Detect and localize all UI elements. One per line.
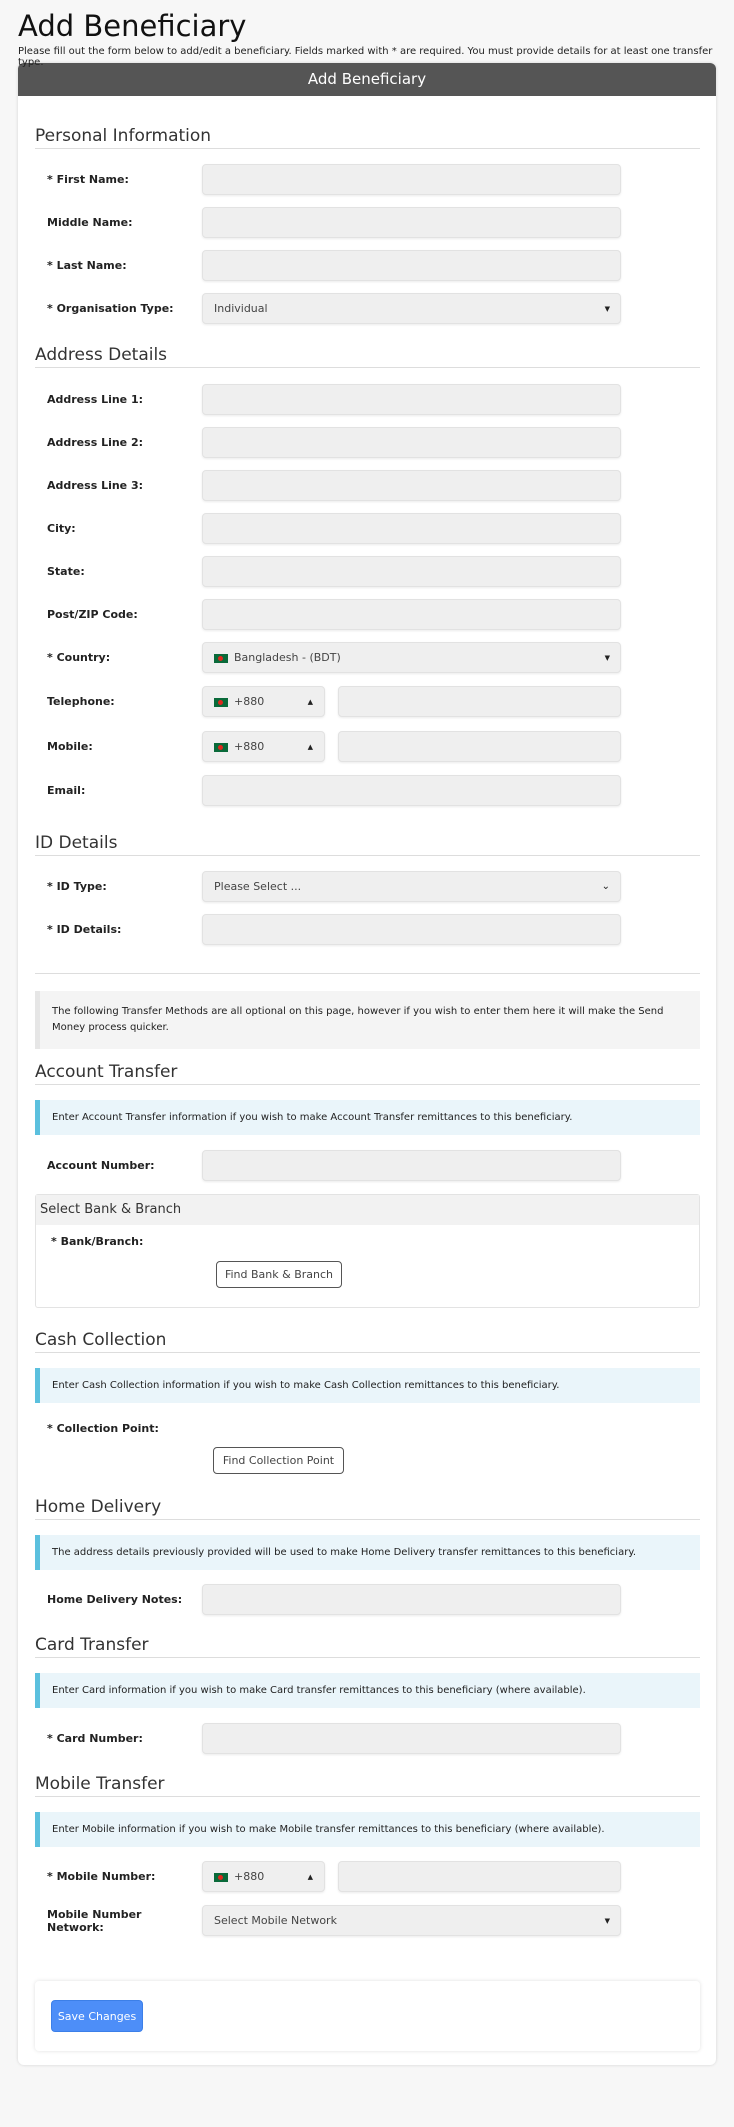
organisation-type-label: * Organisation Type: (47, 302, 174, 315)
bangladesh-flag-icon (214, 1872, 228, 1882)
card-number-label: * Card Number: (47, 1732, 143, 1745)
mobile-country-code-select[interactable]: +880 ▲ (202, 731, 325, 762)
card-title: Add Beneficiary (18, 63, 716, 96)
address-line2-input[interactable] (202, 427, 621, 458)
cash-collection-heading: Cash Collection (35, 1330, 700, 1353)
organisation-type-value: Individual (214, 302, 268, 315)
page-title: Add Beneficiary (18, 9, 247, 43)
country-select[interactable]: Bangladesh - (BDT) ▼ (202, 642, 621, 673)
mobile-transfer-heading: Mobile Transfer (35, 1774, 700, 1797)
caret-down-icon: ▼ (604, 304, 610, 313)
id-details-label: * ID Details: (47, 923, 122, 936)
first-name-label: * First Name: (47, 173, 129, 186)
telephone-label: Telephone: (47, 695, 115, 708)
caret-up-icon: ▲ (307, 742, 313, 751)
divider (35, 973, 700, 974)
country-value: Bangladesh - (BDT) (234, 651, 341, 664)
mobile-input[interactable] (338, 731, 621, 762)
bank-branch-label: * Bank/Branch: (51, 1235, 144, 1248)
bank-branch-panel: Select Bank & Branch * Bank/Branch: Find… (35, 1194, 700, 1308)
mobile-code: +880 (234, 740, 265, 753)
city-input[interactable] (202, 513, 621, 544)
email-label: Email: (47, 784, 86, 797)
personal-info-heading: Personal Information (35, 126, 700, 149)
zip-label: Post/ZIP Code: (47, 608, 138, 621)
beneficiary-form-card: Add Beneficiary Personal Information * F… (18, 63, 716, 2065)
transfer-methods-note: The following Transfer Methods are all o… (35, 991, 700, 1049)
address-details-heading: Address Details (35, 345, 700, 368)
cash-collection-info: Enter Cash Collection information if you… (35, 1368, 700, 1403)
caret-up-icon: ▲ (307, 697, 313, 706)
card-number-input[interactable] (202, 1723, 621, 1754)
find-bank-branch-button[interactable]: Find Bank & Branch (216, 1261, 342, 1288)
account-number-input[interactable] (202, 1150, 621, 1181)
mobile-network-select[interactable]: Select Mobile Network ▼ (202, 1905, 621, 1936)
address-line1-input[interactable] (202, 384, 621, 415)
address-line3-input[interactable] (202, 470, 621, 501)
mobile-number-label: * Mobile Number: (47, 1870, 156, 1883)
telephone-input[interactable] (338, 686, 621, 717)
address-line2-label: Address Line 2: (47, 436, 144, 449)
id-type-label: * ID Type: (47, 880, 107, 893)
country-label: * Country: (47, 651, 111, 664)
account-transfer-info: Enter Account Transfer information if yo… (35, 1100, 700, 1135)
id-type-select[interactable]: Please Select ... ⌄ (202, 871, 621, 902)
id-details-heading: ID Details (35, 833, 700, 856)
account-transfer-heading: Account Transfer (35, 1062, 700, 1085)
email-input[interactable] (202, 775, 621, 806)
mobile-network-value: Select Mobile Network (214, 1914, 337, 1927)
caret-down-icon: ▼ (604, 653, 610, 662)
mobile-label: Mobile: (47, 740, 93, 753)
id-type-value: Please Select ... (214, 880, 302, 893)
address-line1-label: Address Line 1: (47, 393, 144, 406)
last-name-input[interactable] (202, 250, 621, 281)
telephone-country-code-select[interactable]: +880 ▲ (202, 686, 325, 717)
telephone-code: +880 (234, 695, 265, 708)
chevron-down-icon: ⌄ (601, 881, 610, 892)
page-intro: Please fill out the form below to add/ed… (18, 46, 713, 68)
mobile-number-code: +880 (234, 1870, 265, 1883)
middle-name-input[interactable] (202, 207, 621, 238)
caret-down-icon: ▼ (604, 1916, 610, 1925)
form-actions: Save Changes (35, 1981, 700, 2051)
mobile-number-input[interactable] (338, 1861, 621, 1892)
city-label: City: (47, 522, 76, 535)
home-delivery-notes-label: Home Delivery Notes: (47, 1593, 183, 1606)
bangladesh-flag-icon (214, 653, 228, 663)
middle-name-label: Middle Name: (47, 216, 133, 229)
account-number-label: Account Number: (47, 1159, 155, 1172)
card-transfer-heading: Card Transfer (35, 1635, 700, 1658)
caret-up-icon: ▲ (307, 1872, 313, 1881)
mobile-transfer-info: Enter Mobile information if you wish to … (35, 1812, 700, 1847)
save-changes-button[interactable]: Save Changes (51, 2000, 143, 2032)
page: Add Beneficiary Please fill out the form… (0, 0, 734, 2065)
organisation-type-select[interactable]: Individual ▼ (202, 293, 621, 324)
home-delivery-notes-input[interactable] (202, 1584, 621, 1615)
home-delivery-info: The address details previously provided … (35, 1535, 700, 1570)
card-transfer-info: Enter Card information if you wish to ma… (35, 1673, 700, 1708)
last-name-label: * Last Name: (47, 259, 127, 272)
bangladesh-flag-icon (214, 697, 228, 707)
find-collection-point-button[interactable]: Find Collection Point (213, 1447, 344, 1474)
mobile-network-label: Mobile Number Network: (47, 1907, 142, 1934)
mobile-number-country-code-select[interactable]: +880 ▲ (202, 1861, 325, 1892)
state-input[interactable] (202, 556, 621, 587)
bank-branch-heading: Select Bank & Branch (36, 1195, 699, 1225)
zip-input[interactable] (202, 599, 621, 630)
home-delivery-heading: Home Delivery (35, 1497, 700, 1520)
state-label: State: (47, 565, 85, 578)
address-line3-label: Address Line 3: (47, 479, 144, 492)
bangladesh-flag-icon (214, 742, 228, 752)
first-name-input[interactable] (202, 164, 621, 195)
id-details-input[interactable] (202, 914, 621, 945)
collection-point-label: * Collection Point: (47, 1422, 159, 1435)
